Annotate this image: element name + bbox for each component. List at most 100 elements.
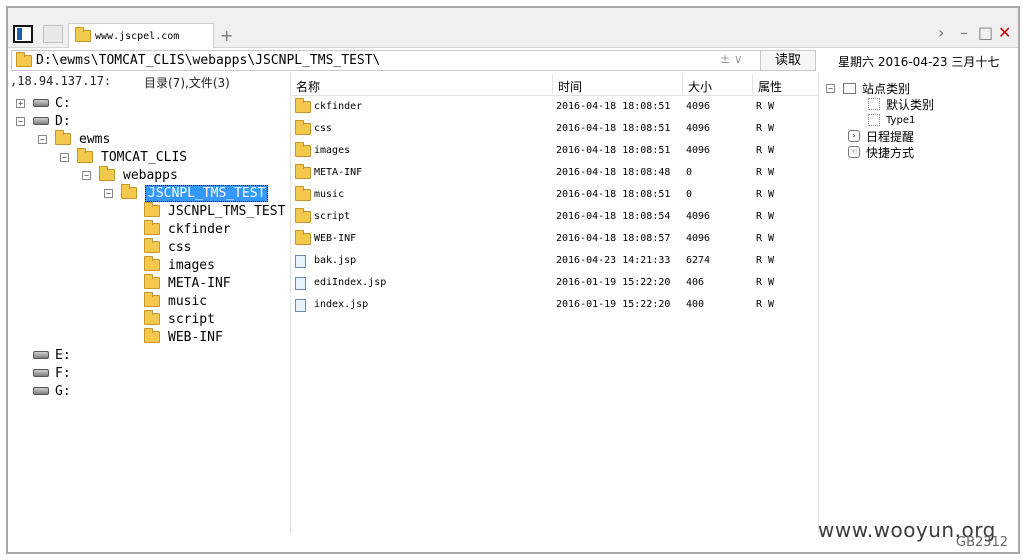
column-name[interactable]: 名称 — [296, 78, 320, 95]
file-name: music — [314, 189, 345, 200]
tree-drive-c[interactable]: + C: — [16, 94, 71, 112]
tree-child-folder[interactable]: script — [144, 310, 215, 328]
tree-folder-webapps[interactable]: − webapps — [82, 166, 178, 184]
folder-icon — [295, 142, 311, 157]
file-row[interactable]: music 2016-04-18 18:08:51 0 R W — [292, 184, 818, 206]
tree-drive-d[interactable]: − D: — [16, 112, 71, 130]
tree-drive-e[interactable]: E: — [33, 346, 71, 364]
file-name: WEB-INF — [314, 233, 357, 244]
folder-icon — [295, 120, 311, 135]
default-category-node[interactable]: 默认类别 — [868, 96, 934, 112]
tree-label: ckfinder — [168, 221, 231, 237]
tree-child-folder[interactable]: JSCNPL_TMS_TEST — [144, 202, 285, 220]
file-size: 4096 — [686, 145, 711, 156]
folder-icon — [144, 256, 160, 271]
file-time: 2016-04-18 18:08:51 — [556, 101, 671, 112]
file-attr: R W — [756, 167, 775, 178]
file-name: images — [314, 145, 351, 156]
drive-icon — [33, 387, 49, 395]
file-row[interactable]: ediIndex.jsp 2016-01-19 15:22:20 406 R W — [292, 272, 818, 294]
file-row[interactable]: index.jsp 2016-01-19 15:22:20 400 R W — [292, 294, 818, 316]
tree-folder-selected[interactable]: − JSCNPL_TMS_TEST — [104, 184, 269, 202]
file-time: 2016-04-18 18:08:51 — [556, 189, 671, 200]
collapse-icon[interactable]: − — [38, 134, 47, 144]
collapse-icon[interactable]: − — [60, 152, 69, 162]
tree-child-folder[interactable]: images — [144, 256, 215, 274]
default-category-label: 默认类别 — [886, 97, 935, 112]
date-display: 星期六 2016-04-23 三月十七 — [838, 55, 1000, 69]
tree-label: D: — [55, 113, 71, 129]
tree-child-folder[interactable]: css — [144, 238, 191, 256]
drive-icon — [33, 351, 49, 359]
app-window: www.jscpel.com + › – □ ✕ D:\ewms\TOMCAT_… — [6, 6, 1020, 554]
file-time: 2016-01-19 15:22:20 — [556, 299, 671, 310]
file-row[interactable]: bak.jsp 2016-04-23 14:21:33 6274 R W — [292, 250, 818, 272]
expand-icon[interactable]: + — [16, 98, 25, 108]
tree-child-folder[interactable]: music — [144, 292, 207, 310]
tree-child-folder[interactable]: WEB-INF — [144, 328, 223, 346]
path-input[interactable]: D:\ewms\TOMCAT_CLIS\webapps\JSCNPL_TMS_T… — [11, 50, 763, 71]
close-button[interactable]: ✕ — [998, 23, 1011, 42]
file-row[interactable]: css 2016-04-18 18:08:51 4096 R W — [292, 118, 818, 140]
maximize-button[interactable]: □ — [978, 23, 993, 42]
tree-label: E: — [55, 347, 71, 363]
calendar-icon: › — [848, 130, 860, 142]
forward-arrow-icon[interactable]: › — [938, 23, 944, 42]
file-icon — [295, 299, 306, 312]
folder-icon — [144, 292, 160, 307]
site-category-node[interactable]: − 站点类别 — [826, 80, 910, 96]
panel-toggle-icon[interactable] — [13, 25, 33, 43]
shortcuts-node[interactable]: ☜ 快捷方式 — [848, 144, 914, 160]
path-dropdown-icon[interactable]: ± ∨ — [720, 52, 743, 66]
file-row[interactable]: META-INF 2016-04-18 18:08:48 0 R W — [292, 162, 818, 184]
tree-child-folder[interactable]: META-INF — [144, 274, 231, 292]
tree-folder-ewms[interactable]: − ewms — [38, 130, 110, 148]
site-category-label: 站点类别 — [862, 81, 911, 96]
file-name: META-INF — [314, 167, 363, 178]
divider[interactable] — [818, 72, 819, 532]
collapse-icon[interactable]: − — [16, 116, 25, 126]
column-divider[interactable] — [552, 74, 553, 94]
column-size[interactable]: 大小 — [688, 78, 712, 95]
file-row[interactable]: ckfinder 2016-04-18 18:08:51 4096 R W — [292, 96, 818, 118]
column-divider[interactable] — [752, 74, 753, 94]
file-attr: R W — [756, 233, 775, 244]
tab-jscpel[interactable]: www.jscpel.com — [68, 23, 214, 48]
file-time: 2016-04-18 18:08:57 — [556, 233, 671, 244]
file-attr: R W — [756, 299, 775, 310]
file-size: 4096 — [686, 123, 711, 134]
column-divider[interactable] — [682, 74, 683, 94]
schedule-node[interactable]: › 日程提醒 — [848, 128, 914, 144]
folder-icon — [99, 166, 115, 181]
file-time: 2016-04-18 18:08:48 — [556, 167, 671, 178]
blank-tab-icon[interactable] — [43, 25, 63, 43]
file-row[interactable]: script 2016-04-18 18:08:54 4096 R W — [292, 206, 818, 228]
collapse-icon[interactable]: − — [82, 170, 91, 180]
file-name: ckfinder — [314, 101, 363, 112]
tree-drive-f[interactable]: F: — [33, 364, 71, 382]
tree-label: F: — [55, 365, 71, 381]
read-button[interactable]: 读取 — [760, 50, 816, 71]
file-size: 4096 — [686, 101, 711, 112]
file-name: ediIndex.jsp — [314, 277, 387, 288]
folder-icon — [144, 328, 160, 343]
type1-node[interactable]: Type1 — [868, 112, 915, 128]
divider[interactable] — [290, 72, 291, 532]
new-tab-button[interactable]: + — [220, 26, 233, 45]
minimize-button[interactable]: – — [960, 23, 968, 42]
file-attr: R W — [756, 277, 775, 288]
tree-label: images — [168, 257, 215, 273]
folder-icon — [55, 130, 71, 145]
collapse-icon[interactable]: − — [826, 83, 835, 93]
file-row[interactable]: WEB-INF 2016-04-18 18:08:57 4096 R W — [292, 228, 818, 250]
drive-icon — [33, 369, 49, 377]
tree-drive-g[interactable]: G: — [33, 382, 71, 400]
tree-child-folder[interactable]: ckfinder — [144, 220, 231, 238]
column-time[interactable]: 时间 — [558, 78, 582, 95]
tree-label: JSCNPL_TMS_TEST — [168, 203, 286, 219]
column-attr[interactable]: 属性 — [758, 78, 782, 95]
address-bar: D:\ewms\TOMCAT_CLIS\webapps\JSCNPL_TMS_T… — [8, 50, 1018, 72]
file-row[interactable]: images 2016-04-18 18:08:51 4096 R W — [292, 140, 818, 162]
tree-folder-tomcat[interactable]: − TOMCAT_CLIS — [60, 148, 187, 166]
collapse-icon[interactable]: − — [104, 188, 113, 198]
